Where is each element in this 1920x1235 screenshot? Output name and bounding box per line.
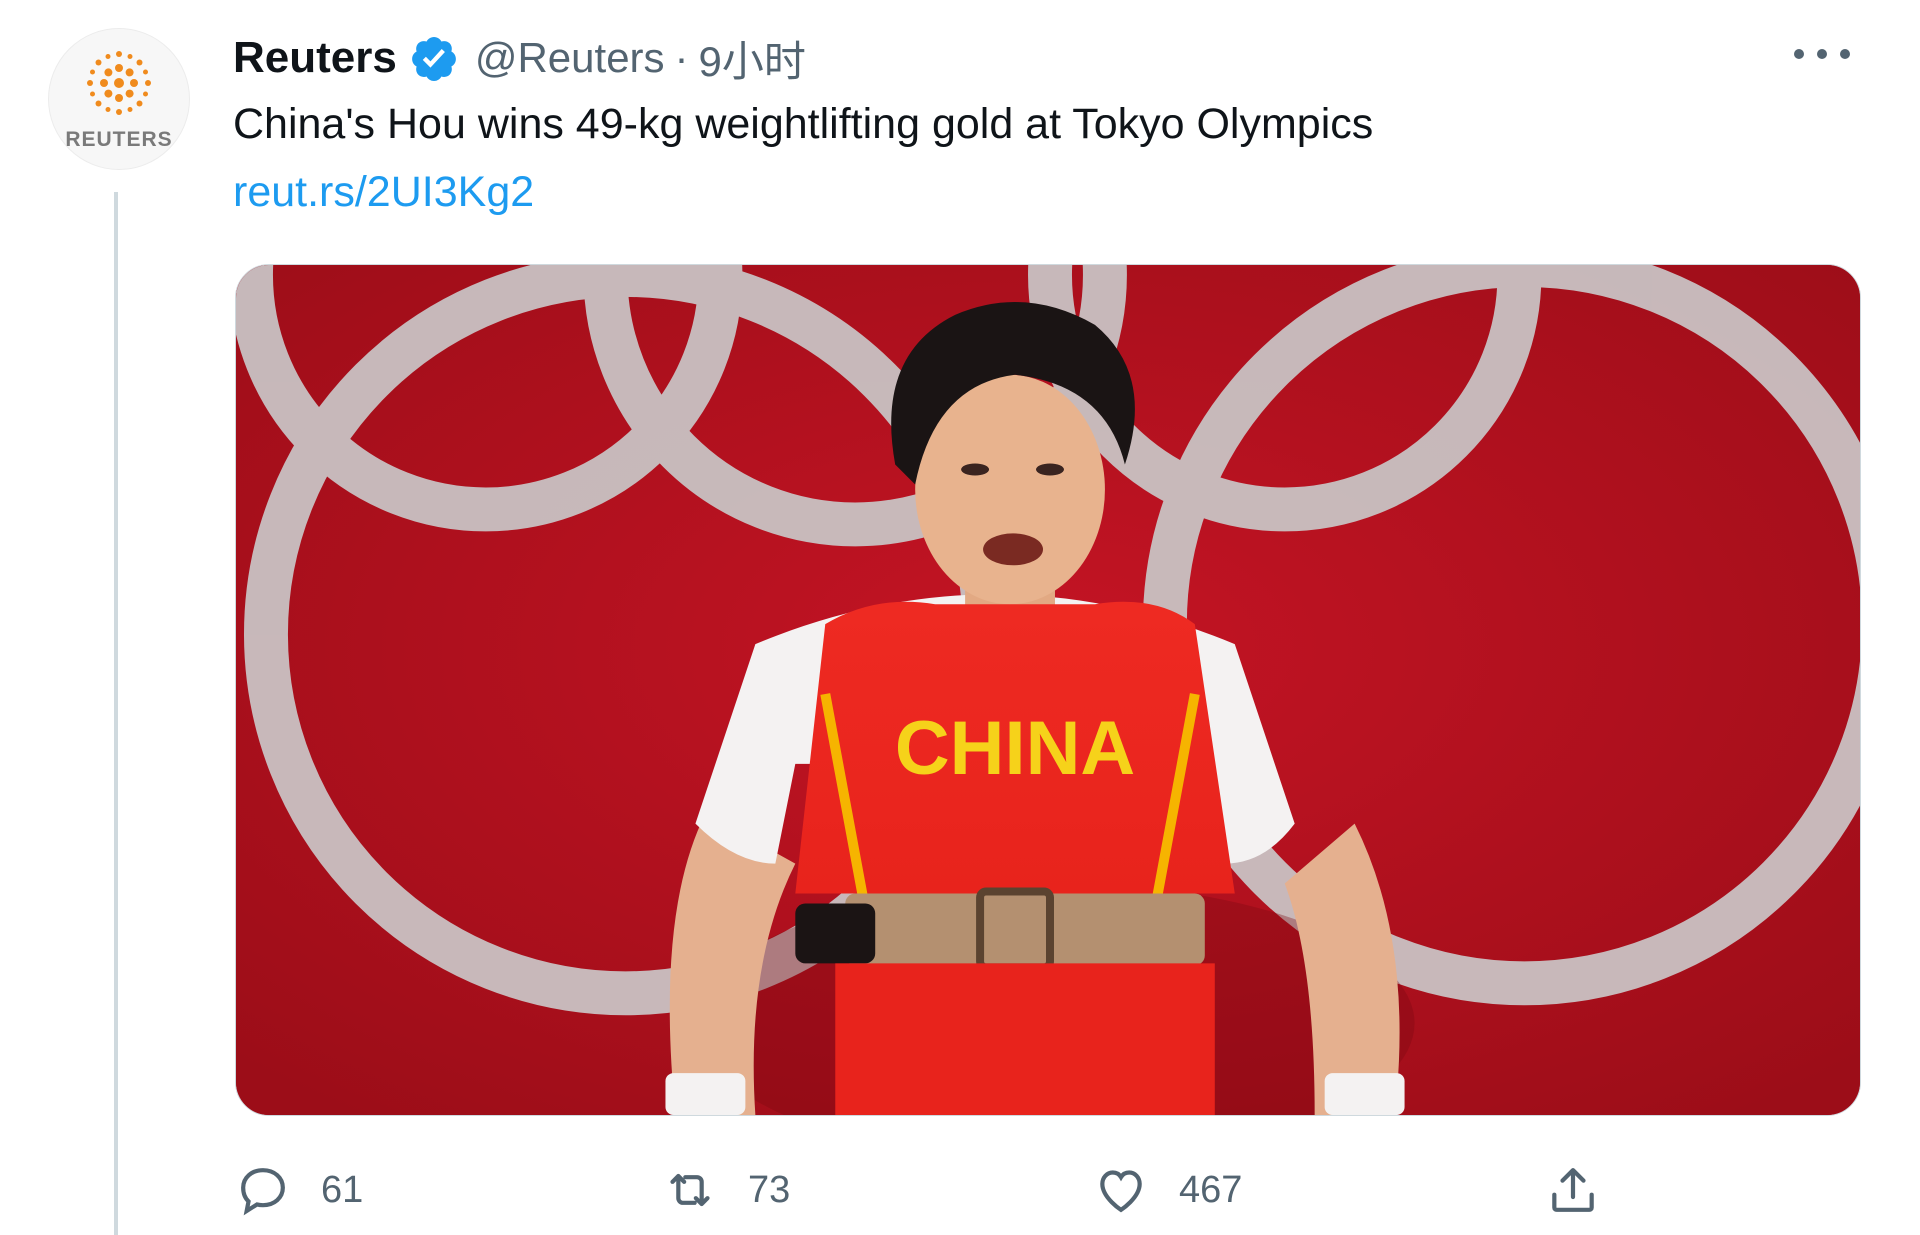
jersey-text: CHINA bbox=[895, 706, 1135, 791]
retweet-icon bbox=[670, 1173, 710, 1207]
more-options-icon[interactable] bbox=[1794, 34, 1850, 74]
avatar[interactable]: REUTERS bbox=[48, 28, 190, 170]
like-button[interactable]: 467 bbox=[1093, 1155, 1242, 1225]
tweet-timestamp[interactable]: 9小时 bbox=[699, 28, 806, 89]
share-button[interactable] bbox=[1545, 1155, 1601, 1225]
tweet-header: Reuters @Reuters · 9小时 bbox=[233, 30, 806, 86]
account-name[interactable]: Reuters bbox=[233, 33, 397, 83]
retweet-button[interactable]: 73 bbox=[662, 1155, 790, 1225]
thread-line bbox=[114, 192, 118, 1235]
tweet-media-photo[interactable]: CHINA bbox=[235, 264, 1861, 1116]
weightlifter-photo: CHINA bbox=[236, 265, 1860, 1115]
retweet-count: 73 bbox=[748, 1168, 791, 1211]
tweet-text: China's Hou wins 49-kg weightlifting gol… bbox=[233, 100, 1374, 148]
reply-count: 61 bbox=[321, 1168, 364, 1211]
lifting-belt bbox=[845, 893, 1205, 966]
verified-badge-icon bbox=[411, 37, 456, 82]
tweet-link[interactable]: reut.rs/2UI3Kg2 bbox=[233, 168, 534, 217]
like-count: 467 bbox=[1179, 1168, 1243, 1211]
share-icon bbox=[1552, 1168, 1594, 1212]
reuters-logo-icon bbox=[87, 51, 151, 115]
account-handle[interactable]: @Reuters bbox=[475, 34, 665, 82]
avatar-wordmark: REUTERS bbox=[65, 128, 173, 151]
more-dot bbox=[1794, 49, 1804, 59]
more-dot bbox=[1840, 49, 1850, 59]
header-separator: · bbox=[674, 34, 689, 81]
tweet-actions: 61 73 467 bbox=[0, 1155, 1920, 1225]
tweet[interactable]: REUTERS Reuters @Reuters · 9小时 China's H… bbox=[0, 0, 1920, 1235]
more-dot bbox=[1817, 49, 1827, 59]
reply-button[interactable]: 61 bbox=[235, 1155, 363, 1225]
reply-icon bbox=[241, 1168, 285, 1216]
heart-icon bbox=[1100, 1170, 1142, 1213]
